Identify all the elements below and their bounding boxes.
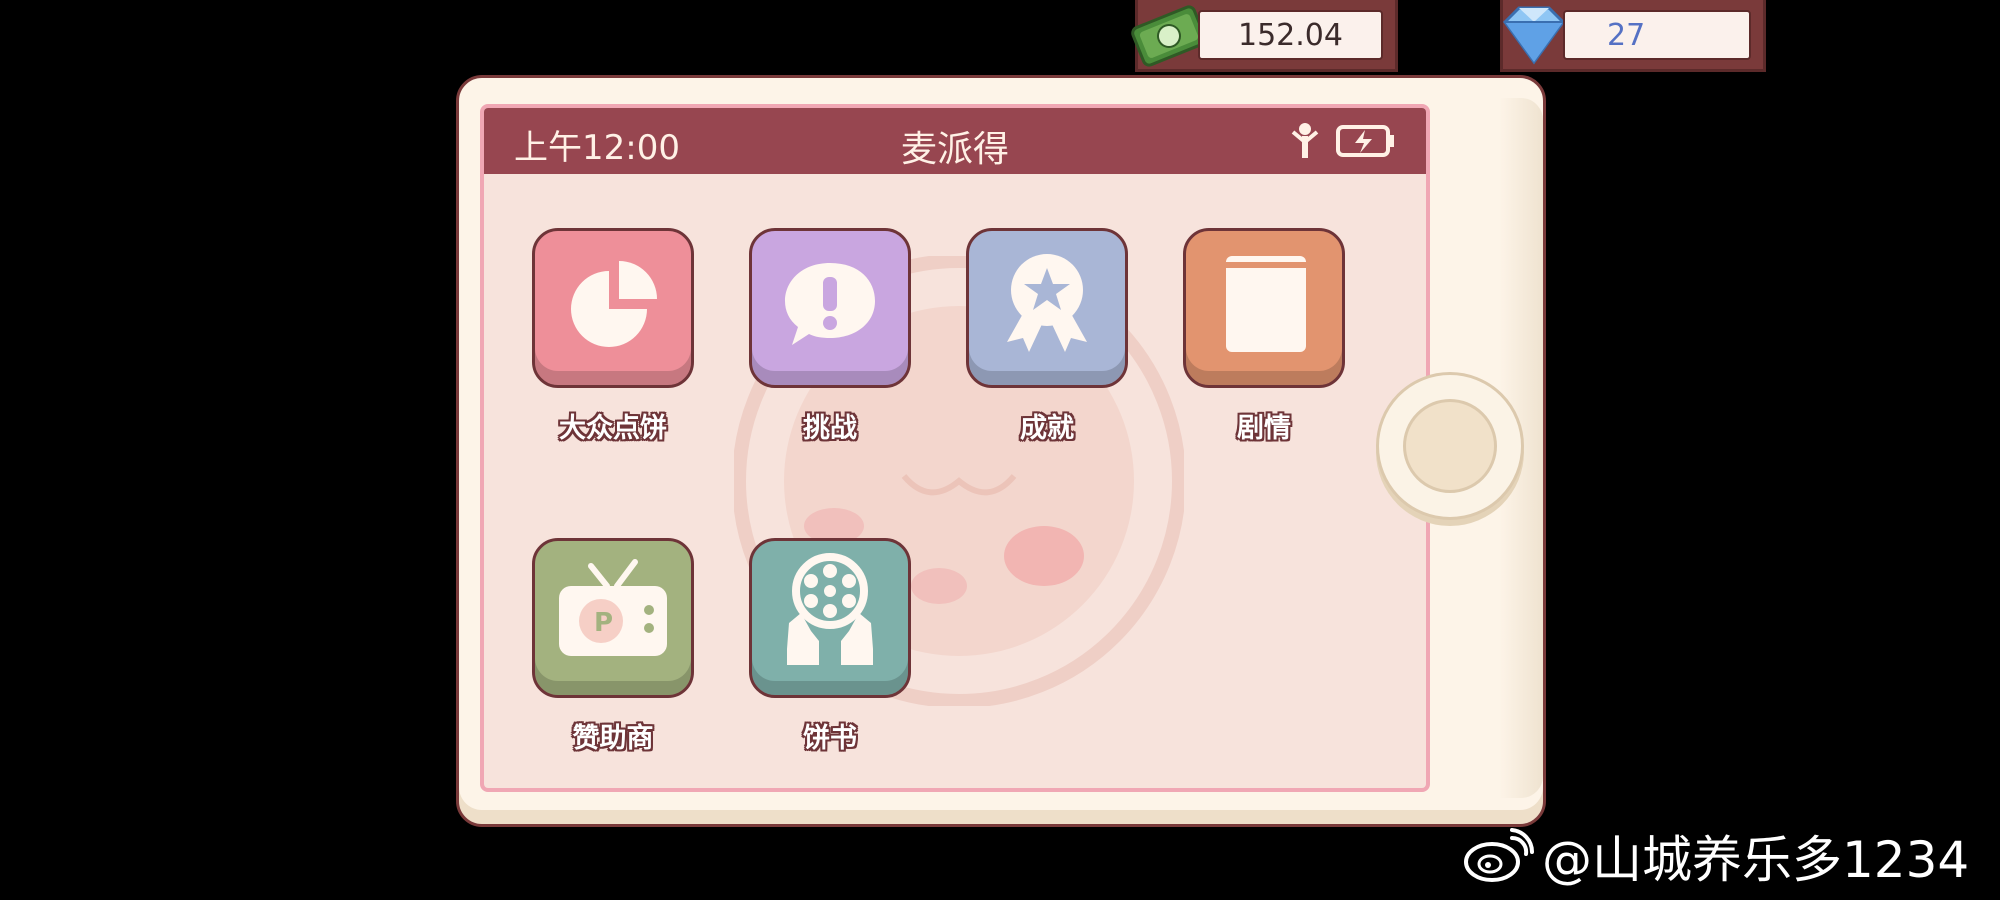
film-reel-icon [787,553,873,665]
app-sponsor[interactable]: P 赞助商 [528,538,698,755]
gem-counter: 27 [1500,0,1766,72]
app-tile[interactable] [749,538,911,698]
home-button-inner [1403,399,1497,493]
app-achievement[interactable]: 成就 [962,228,1132,445]
app-tile[interactable] [749,228,911,388]
battery-charging-icon [1336,125,1394,157]
tv-icon: P [559,559,667,656]
watermark-text: @山城养乐多1234 [1542,831,1970,889]
weibo-watermark: @山城养乐多1234 [1462,820,1969,892]
app-tile[interactable] [1183,228,1345,388]
app-title: 麦派得 [900,129,1009,170]
app-label: 饼书 [803,723,857,754]
status-bar: 上午12:00 麦派得 [484,108,1426,174]
app-dazhong-dianbing[interactable]: 大众点饼 [528,228,698,445]
phone-screen: 上午12:00 麦派得 大众点饼 挑战 成就 剧情 P 赞助商 饼书 [480,104,1430,792]
money-counter: 152.04 [1131,0,1398,72]
app-label: 挑战 [803,413,857,444]
gem-amount: 27 [1563,10,1751,60]
award-ribbon-icon [1007,254,1087,352]
app-label: 成就 [1020,413,1074,444]
pie-chart-icon [571,261,657,347]
signal-antenna-icon [1291,123,1319,158]
weibo-icon [1464,828,1534,882]
app-challenge[interactable]: 挑战 [745,228,915,445]
app-tile[interactable] [966,228,1128,388]
diamond-icon [1503,6,1565,65]
app-tile[interactable]: P [532,538,694,698]
book-icon [1226,256,1306,352]
money-amount: 152.04 [1198,10,1383,60]
app-label: 赞助商 [572,723,654,754]
svg-text:P: P [594,608,613,638]
app-label: 大众点饼 [559,413,667,444]
app-label: 剧情 [1237,413,1291,444]
app-pie-book[interactable]: 饼书 [745,538,915,755]
home-button[interactable] [1376,372,1524,520]
exclamation-bubble-icon [785,263,875,345]
app-tile[interactable] [532,228,694,388]
app-story[interactable]: 剧情 [1179,228,1349,445]
